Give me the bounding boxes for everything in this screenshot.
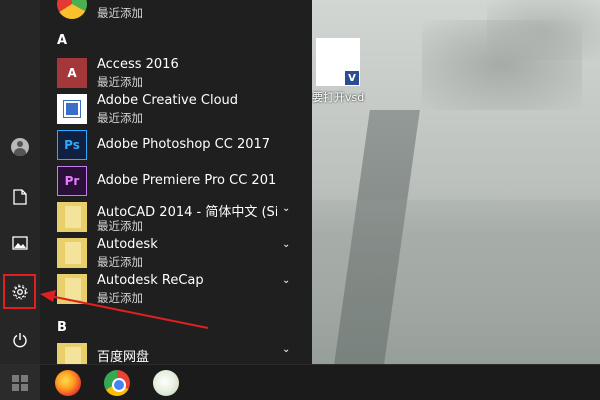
- creative-cloud-icon: [57, 94, 87, 124]
- photoshop-icon: Ps: [57, 130, 87, 160]
- app-adobe-creative-cloud[interactable]: Adobe Creative Cloud 最近添加: [40, 91, 312, 127]
- desktop-file-label: 要打开vsd: [312, 91, 365, 104]
- recently-added-label: 最近添加: [97, 111, 143, 125]
- app-autodesk[interactable]: Autodesk 最近添加 ⌄: [40, 235, 312, 271]
- start-menu-rail: [0, 0, 40, 364]
- settings-highlight-box: [3, 274, 36, 309]
- chevron-down-icon[interactable]: ⌄: [282, 239, 290, 250]
- taskbar: [0, 364, 600, 400]
- taskbar-app-icon[interactable]: [153, 370, 179, 396]
- folder-icon: [57, 238, 87, 268]
- app-adobe-premiere[interactable]: Pr Adobe Premiere Pro CC 2019: [40, 163, 312, 199]
- app-name: 百度网盘: [97, 350, 150, 365]
- app-name: Adobe Photoshop CC 2017: [97, 137, 271, 152]
- folder-icon: [57, 202, 87, 232]
- app-name: Autodesk: [97, 237, 158, 252]
- wallpaper-ground: [312, 200, 600, 364]
- app-autocad-2014[interactable]: AutoCAD 2014 - 简体中文 (Si... 最近添加 ⌄: [40, 199, 312, 235]
- recently-added-label: 最近添加: [97, 255, 143, 269]
- desktop-wallpaper: V 要打开vsd: [312, 0, 600, 364]
- picture-icon: [12, 236, 28, 250]
- list-item[interactable]: 最近添加: [40, 0, 312, 22]
- app-name: Autodesk ReCap: [97, 273, 204, 288]
- document-icon: [13, 189, 27, 205]
- firefox-taskbar-icon[interactable]: [55, 370, 81, 396]
- recently-added-label: 最近添加: [97, 75, 143, 89]
- desktop-file-vsd[interactable]: V 要打开vsd: [312, 38, 378, 108]
- chevron-down-icon[interactable]: ⌄: [282, 203, 290, 214]
- power-button[interactable]: [4, 324, 36, 356]
- recently-added-label: 最近添加: [97, 6, 143, 20]
- documents-button[interactable]: [4, 181, 36, 213]
- chevron-down-icon[interactable]: ⌄: [282, 344, 290, 355]
- app-adobe-photoshop[interactable]: Ps Adobe Photoshop CC 2017: [40, 127, 312, 163]
- recently-added-label: 最近添加: [97, 291, 143, 305]
- windows-logo-icon: [12, 375, 28, 391]
- user-icon: [11, 138, 29, 156]
- folder-icon: [57, 274, 87, 304]
- section-header-b[interactable]: B: [57, 320, 67, 335]
- app-icon: [57, 0, 87, 19]
- app-name: Access 2016: [97, 57, 179, 72]
- start-menu-app-list: 最近添加 A A Access 2016 最近添加 Adobe Creative…: [40, 0, 312, 373]
- app-access-2016[interactable]: A Access 2016 最近添加: [40, 55, 312, 91]
- chevron-down-icon[interactable]: ⌄: [282, 275, 290, 286]
- chrome-taskbar-icon[interactable]: [104, 370, 130, 396]
- app-autodesk-recap[interactable]: Autodesk ReCap 最近添加 ⌄: [40, 271, 312, 307]
- visio-file-icon: V: [344, 70, 360, 86]
- power-icon: [13, 333, 27, 348]
- wallpaper-shape: [487, 0, 600, 60]
- user-account-button[interactable]: [4, 131, 36, 163]
- premiere-icon: Pr: [57, 166, 87, 196]
- app-name: Adobe Premiere Pro CC 2019: [97, 173, 277, 188]
- pictures-button[interactable]: [4, 227, 36, 259]
- app-name: Adobe Creative Cloud: [97, 93, 239, 108]
- start-button[interactable]: [0, 365, 40, 400]
- section-header-a[interactable]: A: [57, 33, 67, 48]
- recently-added-label: 最近添加: [97, 219, 143, 233]
- access-icon: A: [57, 58, 87, 88]
